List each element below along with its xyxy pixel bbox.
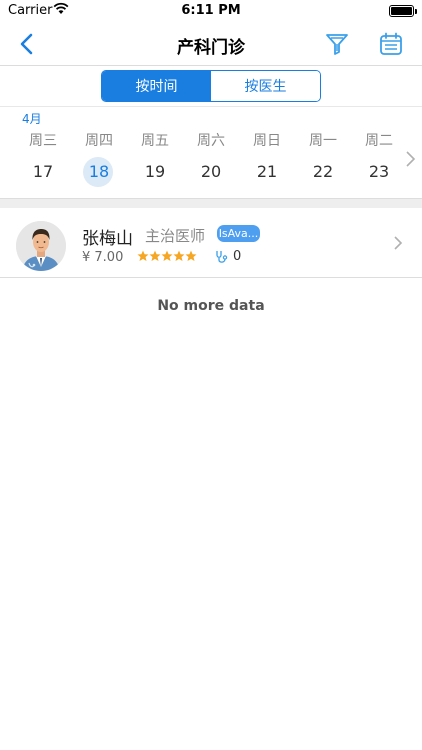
section-separator: [0, 198, 422, 208]
doctor-list-item[interactable]: 张梅山 主治医师 IsAva... ¥ 7.00 0: [0, 208, 422, 278]
weekday-row: 周三 周四 周五 周六 周日 周一 周二: [0, 130, 422, 150]
chevron-right-icon: [394, 236, 403, 250]
list-end-message: No more data: [157, 298, 265, 314]
battery-icon: [389, 5, 414, 17]
calendar-day[interactable]: 21: [239, 157, 295, 187]
calendar-day[interactable]: 19: [127, 157, 183, 187]
calendar-icon[interactable]: [378, 31, 404, 57]
status-bar: Carrier 6:11 PM: [0, 0, 422, 22]
weekday-label: 周四: [85, 133, 113, 149]
star-icon: [185, 250, 197, 261]
doctor-avatar: [16, 221, 66, 271]
view-mode-segment: 按时间 按医生: [101, 70, 321, 102]
calendar-day[interactable]: 23: [351, 157, 407, 187]
consult-count: 0: [233, 249, 242, 264]
availability-badge: IsAva...: [217, 225, 260, 242]
stethoscope-icon: [216, 251, 228, 263]
star-icon: [149, 250, 161, 261]
weekday-label: 周日: [253, 133, 281, 149]
doctor-name: 张梅山: [82, 229, 133, 249]
star-icon: [161, 250, 173, 261]
day-row: 17 18 19 20 21 22 23: [0, 157, 422, 189]
calendar-day[interactable]: 20: [183, 157, 239, 187]
rating-stars: [137, 250, 197, 264]
weekday-label: 周六: [197, 133, 225, 149]
calendar-day[interactable]: 22: [295, 157, 351, 187]
weekday-label: 周二: [365, 133, 393, 149]
weekday-label: 周五: [141, 133, 169, 149]
star-icon: [173, 250, 185, 261]
calendar-day-selected[interactable]: 18: [71, 157, 127, 187]
navigation-bar: 产科门诊: [0, 22, 422, 66]
consult-price: ¥ 7.00: [82, 250, 124, 265]
tab-by-time[interactable]: 按时间: [102, 71, 211, 101]
star-icon: [137, 250, 149, 261]
weekday-label: 周一: [309, 133, 337, 149]
divider: [0, 106, 422, 107]
tab-by-doctor[interactable]: 按医生: [211, 71, 320, 101]
doctor-title: 主治医师: [145, 227, 206, 245]
chevron-right-icon[interactable]: [404, 150, 416, 168]
filter-icon[interactable]: [324, 31, 350, 57]
page-title: 产科门诊: [177, 38, 245, 58]
calendar-day[interactable]: 17: [15, 157, 71, 187]
clock: 6:11 PM: [181, 3, 241, 18]
weekday-label: 周三: [29, 133, 57, 149]
month-label: 4月: [22, 112, 42, 126]
